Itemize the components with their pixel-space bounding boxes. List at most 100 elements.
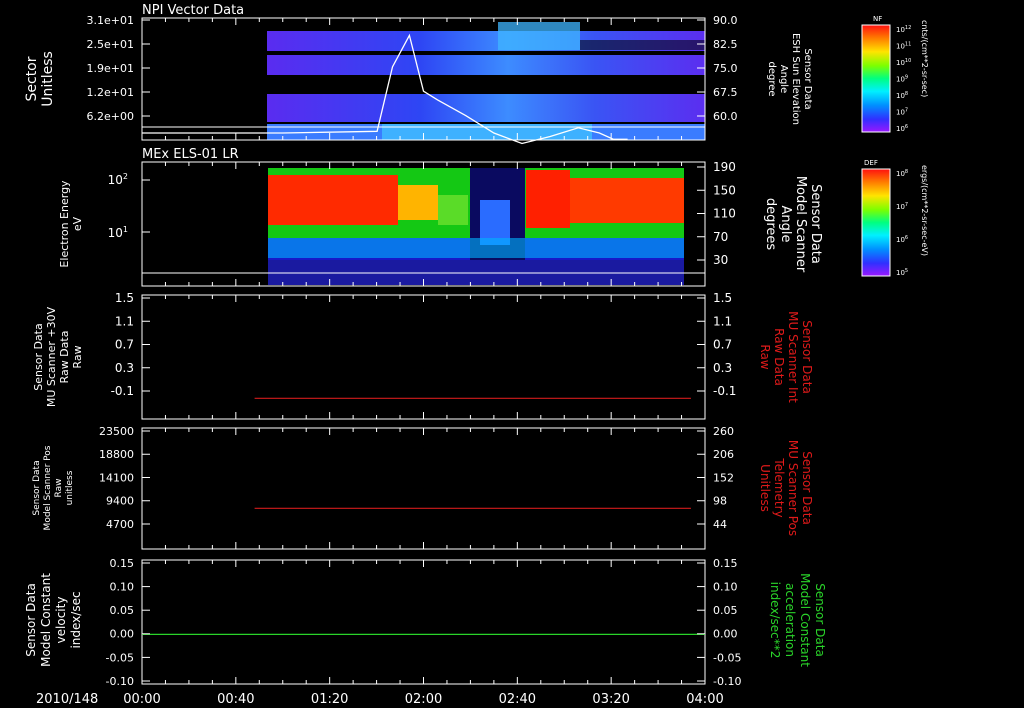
- y2label-line: Raw: [758, 344, 772, 369]
- panel-3-y2ticks: 1.5 1.1 0.7 0.3 -0.1: [697, 291, 736, 398]
- panel-scanner-pos: 23500 18800 14100 9400 4700 260 206 152 98 44 Se…: [32, 425, 814, 550]
- colorbar-tick-label: 106: [896, 235, 908, 244]
- panel-1-yticks: 3.1e+01 2.5e+01 1.9e+01 1.2e+01 6.2e+00: [87, 14, 150, 123]
- time-tick-label: 02:40: [499, 692, 536, 707]
- panel-4-ylabel: Sensor DataModel Scanner PosRawunitless: [32, 445, 75, 530]
- colorbar-tick-label: 108: [896, 169, 908, 178]
- y2tick-label: 0.15: [713, 557, 738, 570]
- y2tick-label: 75.0: [713, 62, 738, 75]
- panel-1-title: NPI Vector Data: [142, 3, 244, 18]
- ylabel-line: Model Scanner Pos: [43, 445, 53, 530]
- time-tick-label: 01:20: [311, 692, 348, 707]
- y2label-line: Model Constant: [798, 573, 812, 667]
- y2tick-label: 150: [713, 183, 736, 197]
- y2tick-label: -0.1: [713, 384, 736, 398]
- panel-2-yticks: 102 101: [108, 172, 150, 240]
- y2tick-label: 152: [713, 471, 734, 484]
- panel-2-y2label: Sensor DataModel ScannerAngledegrees: [763, 176, 823, 273]
- colorbar-tick-exponent: 10: [905, 58, 911, 64]
- ytick-label: 23500: [99, 425, 134, 438]
- panel-5-frame: [141, 559, 706, 685]
- colorbar-nf-gradient: [861, 24, 891, 133]
- y2label-line: ESH Sun Elevation: [790, 33, 801, 125]
- time-tick-label: 00:40: [217, 692, 254, 707]
- ylabel-line: Sector: [24, 56, 40, 101]
- colorbar-nf: NF 101210111010109108107106 cnts/(cm**2-…: [861, 15, 929, 133]
- spectrogram-region: [398, 185, 438, 220]
- ytick-label: 101: [108, 225, 128, 240]
- panel-4-frame: [141, 427, 706, 550]
- panel-2-spectrogram: [268, 168, 684, 285]
- ytick-label: 1.9e+01: [87, 62, 134, 75]
- panel-2-ylabel: Electron EnergyeV: [58, 180, 84, 268]
- y2label-line: MU Scanner Int: [786, 311, 800, 403]
- y2label-line: Raw Data: [772, 328, 786, 386]
- colorbar-tick-exponent: 8: [905, 91, 908, 97]
- time-tick-label: 04:00: [686, 692, 723, 707]
- ytick-label: -0.1: [111, 384, 134, 398]
- colorbar-tick-exponent: 9: [905, 75, 908, 81]
- ytick-label: 0.05: [110, 604, 135, 617]
- panel-4-y2label: Sensor DataMU Scanner PosTelemetryUnitle…: [758, 440, 814, 536]
- y2label-line: Model Scanner: [793, 176, 808, 273]
- ylabel-line: Raw: [54, 479, 64, 498]
- ytick-label: 14100: [99, 471, 134, 484]
- panel-mu-scanner-raw: 1.5 1.1 0.7 0.3 -0.1 1.5 1.1 0.7 0.3 -0.1 Sensor…: [32, 291, 814, 420]
- time-tick-label: 02:00: [405, 692, 442, 707]
- y2tick-label: 30: [713, 253, 728, 267]
- colorbar-tick-exponent: 11: [905, 42, 911, 48]
- y2label-line: Sensor Data: [800, 320, 814, 394]
- ylabel-line: Sensor Data: [24, 583, 38, 657]
- y2label-line: Sensor Data: [802, 48, 813, 109]
- y2tick-label: 90.0: [713, 14, 738, 27]
- spectrogram-region: [268, 238, 684, 258]
- colorbar-tick-exponent: 6: [905, 235, 908, 241]
- ytick-label: 6.2e+00: [87, 110, 134, 123]
- y2tick-label: 1.5: [713, 291, 732, 305]
- colorbar-tick-label: 105: [896, 268, 908, 277]
- colorbar-def-ticks: 108 107 106 105: [896, 169, 908, 277]
- spectrogram-band: [267, 94, 705, 122]
- y2label-line: index/sec**2: [768, 582, 782, 659]
- y2tick-label: 98: [713, 495, 727, 508]
- y2label-line: MU Scanner Pos: [786, 440, 800, 536]
- time-tick-label: 03:20: [592, 692, 629, 707]
- y2tick-label: 82.5: [713, 38, 738, 51]
- panel-2-title: MEx ELS-01 LR: [142, 147, 239, 162]
- colorbar-tick-label: 1011: [896, 42, 911, 51]
- colorbar-nf-unit: cnts/(cm**2-sr-sec): [920, 20, 929, 97]
- colorbar-tick-exponent: 12: [905, 25, 911, 31]
- time-tick-label: 00:00: [123, 692, 160, 707]
- colorbar-def: DEF 108 107 106 105 ergs/(cm**2-sr-sec-eV): [861, 159, 929, 277]
- ytick-label: 3.1e+01: [87, 14, 134, 27]
- panel-3-frame: [141, 294, 706, 420]
- ytick-label: 0.10: [110, 580, 135, 593]
- spectrogram-region: [438, 195, 468, 225]
- y2tick-label: 206: [713, 448, 734, 461]
- y2tick-label: 60.0: [713, 110, 738, 123]
- panel-5-y2ticks: 0.15 0.10 0.05 0.00 -0.05 -0.10: [697, 557, 741, 688]
- y2label-line: Sensor Data: [800, 451, 814, 525]
- ytick-exponent: 1: [123, 225, 128, 234]
- panel-3-y2label: Sensor DataMU Scanner IntRaw DataRaw: [758, 311, 814, 403]
- ytick-label: 102: [108, 172, 128, 187]
- ytick-label: 1.5: [115, 291, 134, 305]
- ylabel-line: Sensor Data: [32, 323, 45, 390]
- y2tick-label: 260: [713, 425, 734, 438]
- ylabel-line: index/sec: [69, 591, 83, 648]
- ylabel-line: Electron Energy: [58, 180, 71, 268]
- colorbar-tick-label: 107: [896, 202, 908, 211]
- ytick-label: -0.10: [106, 675, 134, 688]
- ylabel-line: Raw Data: [58, 331, 71, 384]
- spectrogram-bright-region: [382, 124, 592, 140]
- colorbar-nf-label: NF: [873, 15, 882, 23]
- colorbar-tick-exponent: 5: [905, 268, 908, 274]
- ylabel-line: Sensor Data: [32, 460, 42, 515]
- panel-5-ylabel: Sensor DataModel Constantvelocityindex/s…: [24, 573, 83, 667]
- instrument-plot: NPI Vector Data SectorUnitless 3.1e+012.…: [24, 3, 929, 707]
- ytick-label: 0.00: [110, 628, 135, 641]
- time-axis-date: 2010/148: [36, 692, 98, 707]
- ytick-label: 1.1: [115, 314, 134, 328]
- panel-els: MEx ELS-01 LR Electron EnergyeV 102 101 …: [58, 147, 929, 287]
- colorbar-tick-exponent: 7: [905, 202, 908, 208]
